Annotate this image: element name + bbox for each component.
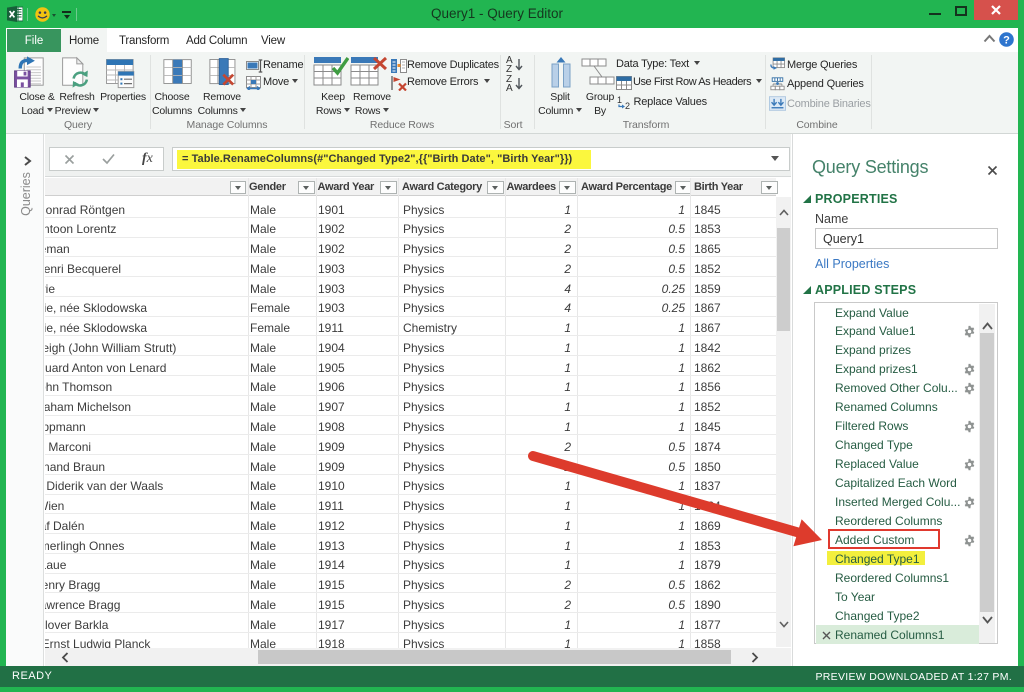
svg-text:1: 1 <box>617 95 622 105</box>
svg-text:?: ? <box>1003 34 1010 46</box>
svg-text:2: 2 <box>625 101 630 110</box>
